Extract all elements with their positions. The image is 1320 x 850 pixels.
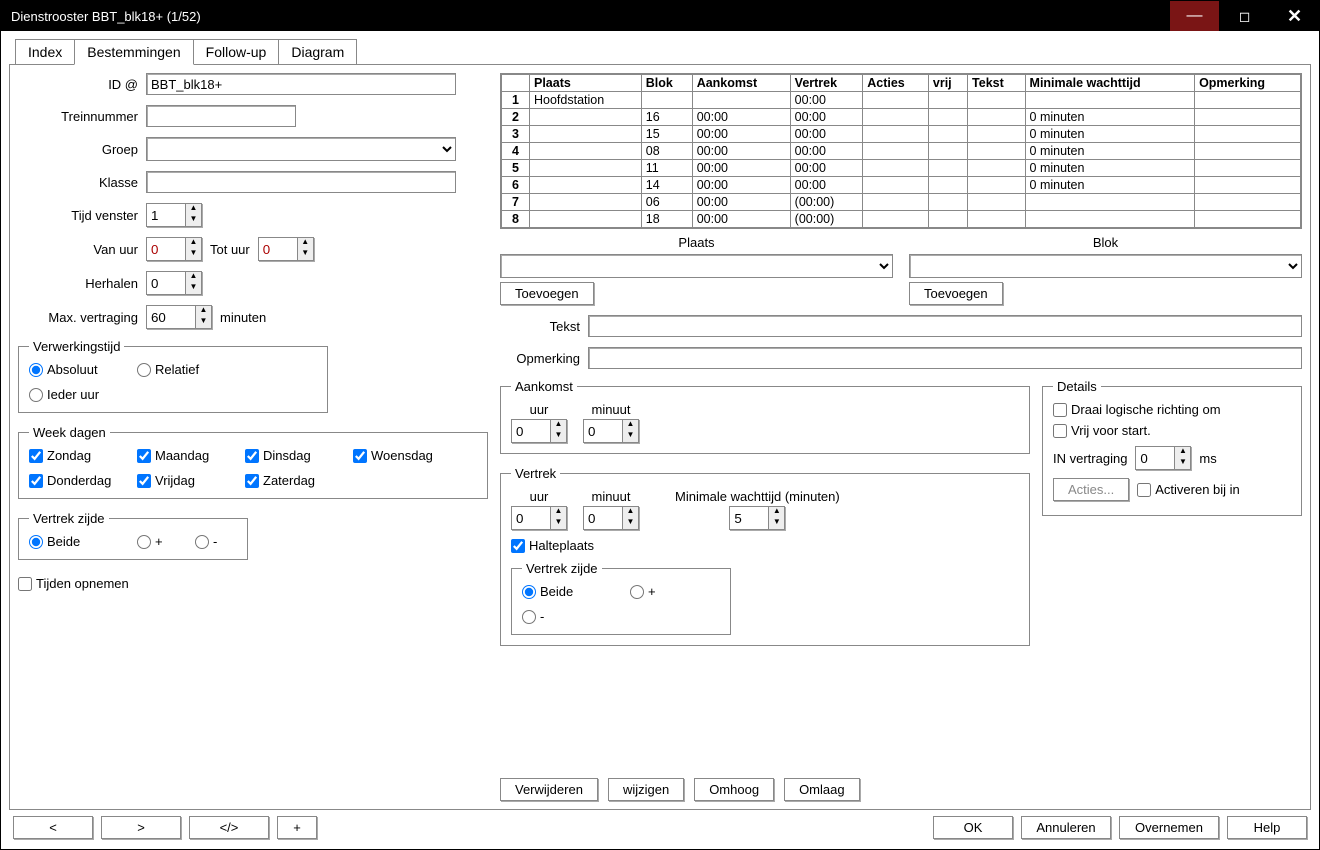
table-row[interactable]: 51100:0000:000 minuten — [502, 160, 1301, 177]
aankomst-uur-spinner[interactable]: ▲▼ — [511, 419, 567, 443]
plaats-header: Plaats — [500, 235, 893, 250]
check-zondag[interactable]: Zondag — [29, 448, 119, 463]
radio-vz2-minus[interactable]: - — [522, 609, 562, 624]
destinations-table-wrap: Plaats Blok Aankomst Vertrek Acties vrij… — [500, 73, 1302, 229]
radio-vz-minus[interactable]: - — [195, 534, 235, 549]
aankomst-group: Aankomst uur ▲▼ minuut ▲▼ — [500, 379, 1030, 454]
check-draai[interactable]: Draai logische richting om — [1053, 402, 1291, 417]
vertrek-uur-spinner[interactable]: ▲▼ — [511, 506, 567, 530]
table-row[interactable]: 1Hoofdstation00:00 — [502, 92, 1301, 109]
tab-index[interactable]: Index — [15, 39, 75, 65]
check-zaterdag[interactable]: Zaterdag — [245, 473, 335, 488]
verwijderen-button[interactable]: Verwijderen — [500, 778, 598, 801]
treinnummer-input[interactable] — [146, 105, 296, 127]
acties-button[interactable]: Acties... — [1053, 478, 1129, 501]
blok-select[interactable] — [909, 254, 1302, 278]
tot-uur-label: Tot uur — [210, 242, 250, 257]
check-maandag[interactable]: Maandag — [137, 448, 227, 463]
check-halteplaats[interactable]: Halteplaats — [511, 538, 1019, 553]
table-row[interactable]: 61400:0000:000 minuten — [502, 177, 1301, 194]
close-button[interactable]: ✕ — [1269, 1, 1319, 31]
min-wachttijd-spinner[interactable]: ▲▼ — [729, 506, 785, 530]
plus-button[interactable]: + — [277, 816, 317, 839]
check-vrijdag[interactable]: Vrijdag — [137, 473, 227, 488]
wijzigen-button[interactable]: wijzigen — [608, 778, 684, 801]
prev-button[interactable]: < — [13, 816, 93, 839]
van-uur-spinner[interactable]: ▲▼ — [146, 237, 202, 261]
tab-followup[interactable]: Follow-up — [193, 39, 280, 65]
destinations-table[interactable]: Plaats Blok Aankomst Vertrek Acties vrij… — [501, 74, 1301, 228]
van-uur-label: Van uur — [18, 242, 138, 257]
opmerking-input[interactable] — [588, 347, 1302, 369]
tekst-input[interactable] — [588, 315, 1302, 337]
opmerking-label: Opmerking — [500, 351, 580, 366]
maximize-button[interactable]: ◻ — [1219, 1, 1269, 31]
radio-ieder-uur[interactable]: Ieder uur — [29, 387, 119, 402]
ok-button[interactable]: OK — [933, 816, 1013, 839]
vertrek-min-spinner[interactable]: ▲▼ — [583, 506, 639, 530]
tijd-venster-label: Tijd venster — [18, 208, 138, 223]
in-vertraging-spinner[interactable]: ▲▼ — [1135, 446, 1191, 470]
aankomst-min-spinner[interactable]: ▲▼ — [583, 419, 639, 443]
next-button[interactable]: > — [101, 816, 181, 839]
minimize-button[interactable]: — — [1169, 1, 1219, 31]
herhalen-label: Herhalen — [18, 276, 138, 291]
groep-label: Groep — [18, 142, 138, 157]
tab-diagram[interactable]: Diagram — [278, 39, 357, 65]
details-group: Details Draai logische richting om Vrij … — [1042, 379, 1302, 516]
help-button[interactable]: Help — [1227, 816, 1307, 839]
radio-vz2-beide[interactable]: Beide — [522, 584, 612, 599]
tab-bestemmingen[interactable]: Bestemmingen — [74, 39, 193, 65]
blok-header: Blok — [909, 235, 1302, 250]
tekst-label: Tekst — [500, 319, 580, 334]
vertrek-zijde-inner-group: Vertrek zijde Beide + - — [511, 561, 731, 635]
klasse-input[interactable] — [146, 171, 456, 193]
tabstrip: Index Bestemmingen Follow-up Diagram — [15, 39, 1311, 65]
tot-uur-spinner[interactable]: ▲▼ — [258, 237, 314, 261]
check-tijden-opnemen[interactable]: Tijden opnemen — [18, 576, 488, 591]
radio-absoluut[interactable]: Absoluut — [29, 362, 119, 377]
vertrek-group: Vertrek uur ▲▼ minuut ▲▼ Minimale wachtt… — [500, 466, 1030, 646]
radio-relatief[interactable]: Relatief — [137, 362, 227, 377]
radio-vz2-plus[interactable]: + — [630, 584, 670, 599]
plaats-select[interactable] — [500, 254, 893, 278]
table-row[interactable]: 31500:0000:000 minuten — [502, 126, 1301, 143]
blok-toevoegen-button[interactable]: Toevoegen — [909, 282, 1003, 305]
footer: < > </> + OK Annuleren Overnemen Help — [9, 810, 1311, 841]
window-title: Dienstrooster BBT_blk18+ (1/52) — [11, 9, 201, 24]
check-woensdag[interactable]: Woensdag — [353, 448, 443, 463]
omhoog-button[interactable]: Omhoog — [694, 778, 774, 801]
in-vertraging-label: IN vertraging — [1053, 451, 1127, 466]
titlebar: Dienstrooster BBT_blk18+ (1/52) — ◻ ✕ — [1, 1, 1319, 31]
weekdagen-group: Week dagen Zondag Maandag Dinsdag Woensd… — [18, 425, 488, 499]
overnemen-button[interactable]: Overnemen — [1119, 816, 1219, 839]
ms-label: ms — [1199, 451, 1216, 466]
max-vertraging-label: Max. vertraging — [18, 310, 138, 325]
check-donderdag[interactable]: Donderdag — [29, 473, 119, 488]
klasse-label: Klasse — [18, 175, 138, 190]
radio-vz-plus[interactable]: + — [137, 534, 177, 549]
plaats-toevoegen-button[interactable]: Toevoegen — [500, 282, 594, 305]
minuten-label: minuten — [220, 310, 266, 325]
vertrek-zijde-group: Vertrek zijde Beide + - — [18, 511, 248, 560]
omlaag-button[interactable]: Omlaag — [784, 778, 860, 801]
treinnummer-label: Treinnummer — [18, 109, 138, 124]
check-vrij[interactable]: Vrij voor start. — [1053, 423, 1291, 438]
table-row[interactable]: 70600:00(00:00) — [502, 194, 1301, 211]
check-activeren[interactable]: Activeren bij in — [1137, 482, 1240, 497]
annuleren-button[interactable]: Annuleren — [1021, 816, 1111, 839]
verwerkingstijd-group: Verwerkingstijd Absoluut Relatief Ieder … — [18, 339, 328, 413]
id-label: ID @ — [18, 77, 138, 92]
check-dinsdag[interactable]: Dinsdag — [245, 448, 335, 463]
toggle-button[interactable]: </> — [189, 816, 269, 839]
id-input[interactable] — [146, 73, 456, 95]
tijd-venster-spinner[interactable]: ▲▼ — [146, 203, 202, 227]
table-row[interactable]: 40800:0000:000 minuten — [502, 143, 1301, 160]
groep-select[interactable] — [146, 137, 456, 161]
table-row[interactable]: 21600:0000:000 minuten — [502, 109, 1301, 126]
radio-vz-beide[interactable]: Beide — [29, 534, 119, 549]
table-row[interactable]: 81800:00(00:00) — [502, 211, 1301, 228]
herhalen-spinner[interactable]: ▲▼ — [146, 271, 202, 295]
max-vertraging-spinner[interactable]: ▲▼ — [146, 305, 212, 329]
